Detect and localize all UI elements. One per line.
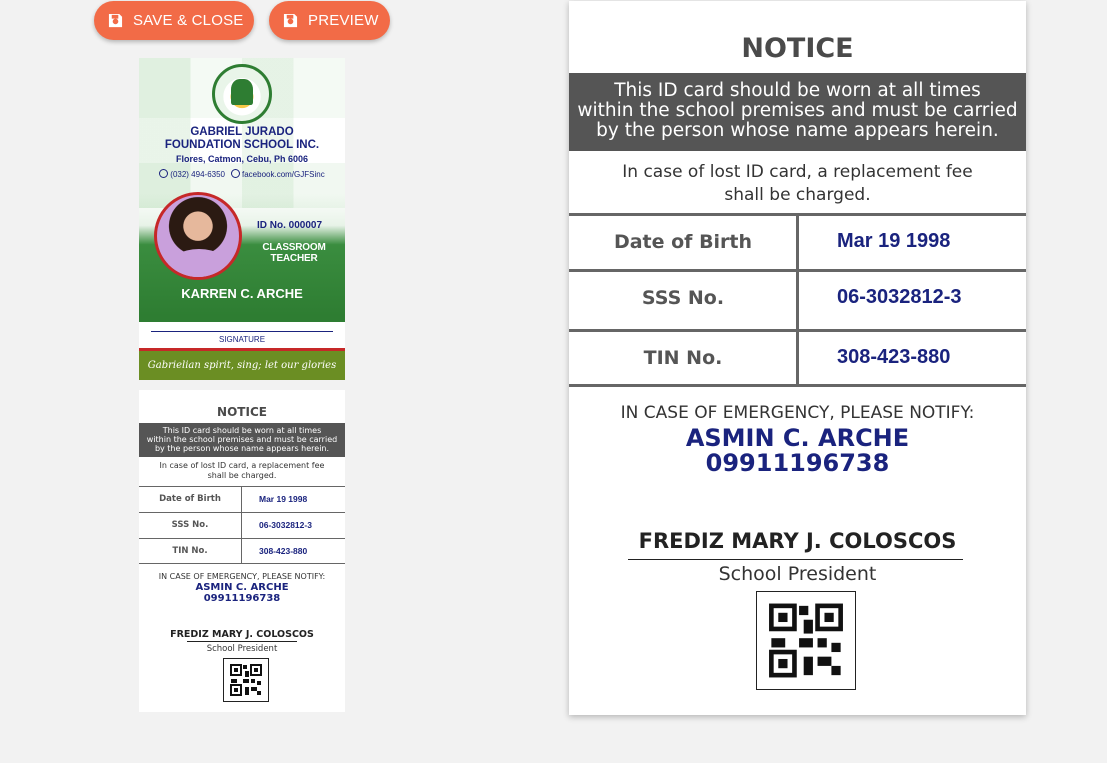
qr-code xyxy=(756,591,856,690)
info-row-tin: TIN No. 308-423-880 xyxy=(569,329,1026,387)
notice-line: by the person whose name appears herein. xyxy=(596,120,999,141)
notice-text: This ID card should be worn at all times… xyxy=(569,73,1026,151)
phone-text: (032) 494-6350 xyxy=(170,170,225,179)
info-row-sss: SSS No. 06-3032812-3 xyxy=(569,269,1026,329)
notice-text: This ID card should be worn at all times… xyxy=(139,423,345,457)
president-name: FREDIZ MARY J. COLOSCOS xyxy=(170,629,314,640)
divider xyxy=(796,272,799,329)
id-card-front-thumbnail[interactable]: GABRIEL JURADO FOUNDATION SCHOOL INC. Fl… xyxy=(139,58,345,380)
row-value: 308-423-880 xyxy=(259,546,308,556)
school-address: Flores, Catmon, Cebu, Ph 6006 xyxy=(175,154,309,164)
divider xyxy=(241,513,242,538)
emergency-contact-name: ASMIN C. ARCHE xyxy=(195,582,289,593)
notice-line: within the school premises and must be c… xyxy=(577,100,1018,121)
lost-card-text: In case of lost ID card, a replacement f… xyxy=(139,461,345,481)
id-card-back-thumbnail[interactable]: NOTICE This ID card should be worn at al… xyxy=(139,390,345,712)
lost-line: shall be charged. xyxy=(724,185,871,205)
holder-name: KARREN C. ARCHE xyxy=(181,286,303,301)
notice-line: This ID card should be worn at all times xyxy=(162,426,322,435)
id-number: ID No. 000007 xyxy=(257,220,323,231)
phone-contact: (032) 494-6350 xyxy=(159,169,225,179)
row-label: Date of Birth xyxy=(159,494,221,504)
school-seal-logo xyxy=(212,64,272,124)
save-and-close-button[interactable]: SAVE & CLOSE xyxy=(94,1,254,40)
info-row-birth-date: Date of Birth Mar 19 1998 xyxy=(569,213,1026,269)
school-name-line2: FOUNDATION SCHOOL INC. xyxy=(164,139,320,151)
info-row-tin: TIN No. 308-423-880 xyxy=(139,538,345,564)
emergency-contact-phone: 09911196738 xyxy=(705,449,890,477)
emergency-label: IN CASE OF EMERGENCY, PLEASE NOTIFY: xyxy=(158,572,326,581)
qr-code-icon xyxy=(769,603,843,678)
emergency-label: IN CASE OF EMERGENCY, PLEASE NOTIFY: xyxy=(620,403,975,423)
school-name-line1: GABRIEL JURADO xyxy=(190,126,294,138)
lost-line: In case of lost ID card, a replacement f… xyxy=(159,461,325,470)
qr-code xyxy=(223,658,269,702)
divider xyxy=(796,332,799,384)
notice-line: within the school premises and must be c… xyxy=(146,435,338,444)
facebook-contact: facebook.com/GJFSinc xyxy=(231,169,325,179)
row-label: TIN No. xyxy=(643,347,723,369)
save-icon xyxy=(108,13,123,28)
id-card-back-preview: NOTICE This ID card should be worn at al… xyxy=(569,1,1026,715)
notice-line: This ID card should be worn at all times xyxy=(614,80,981,101)
row-value: 06-3032812-3 xyxy=(259,520,312,530)
preview-button[interactable]: PREVIEW xyxy=(269,1,390,40)
save-and-close-label: SAVE & CLOSE xyxy=(133,12,244,29)
row-value: Mar 19 1998 xyxy=(837,230,951,252)
president-underline xyxy=(187,641,297,642)
preview-label: PREVIEW xyxy=(308,12,379,29)
phone-icon xyxy=(159,169,169,178)
emergency-contact-phone: 09911196738 xyxy=(203,593,281,604)
info-row-sss: SSS No. 06-3032812-3 xyxy=(139,512,345,538)
signature-label: SIGNATURE xyxy=(218,335,266,344)
signature-line xyxy=(151,331,333,332)
lost-card-text: In case of lost ID card, a replacement f… xyxy=(569,161,1026,207)
president-title: School President xyxy=(718,563,877,585)
qr-code-icon xyxy=(230,664,262,696)
divider xyxy=(241,487,242,512)
notice-title: NOTICE xyxy=(741,33,854,64)
row-label: SSS No. xyxy=(641,287,725,309)
lost-line: shall be charged. xyxy=(207,471,277,480)
row-label: TIN No. xyxy=(172,546,208,556)
row-value: Mar 19 1998 xyxy=(259,494,308,504)
divider xyxy=(796,216,799,269)
notice-title: NOTICE xyxy=(217,405,267,419)
divider xyxy=(241,539,242,563)
notice-line: by the person whose name appears herein. xyxy=(154,444,330,453)
school-motto: Gabrielian spirit, sing; let our glories… xyxy=(139,351,345,380)
row-value: 308-423-880 xyxy=(837,346,951,368)
president-underline xyxy=(628,559,963,560)
lost-line: In case of lost ID card, a replacement f… xyxy=(622,162,973,182)
facebook-icon xyxy=(231,169,240,178)
teacher-photo xyxy=(154,192,242,280)
president-name: FREDIZ MARY J. COLOSCOS xyxy=(638,529,957,553)
emergency-contact-name: ASMIN C. ARCHE xyxy=(685,424,910,452)
row-label: SSS No. xyxy=(171,520,209,530)
school-contacts: (032) 494-6350 facebook.com/GJFSinc xyxy=(139,169,345,179)
president-title: School President xyxy=(206,644,278,654)
row-value: 06-3032812-3 xyxy=(837,286,962,308)
role-label: CLASSROOM TEACHER xyxy=(262,242,326,264)
save-icon xyxy=(283,13,298,28)
info-row-birth-date: Date of Birth Mar 19 1998 xyxy=(139,486,345,512)
facebook-text: facebook.com/GJFSinc xyxy=(242,170,325,179)
row-label: Date of Birth xyxy=(613,231,753,253)
